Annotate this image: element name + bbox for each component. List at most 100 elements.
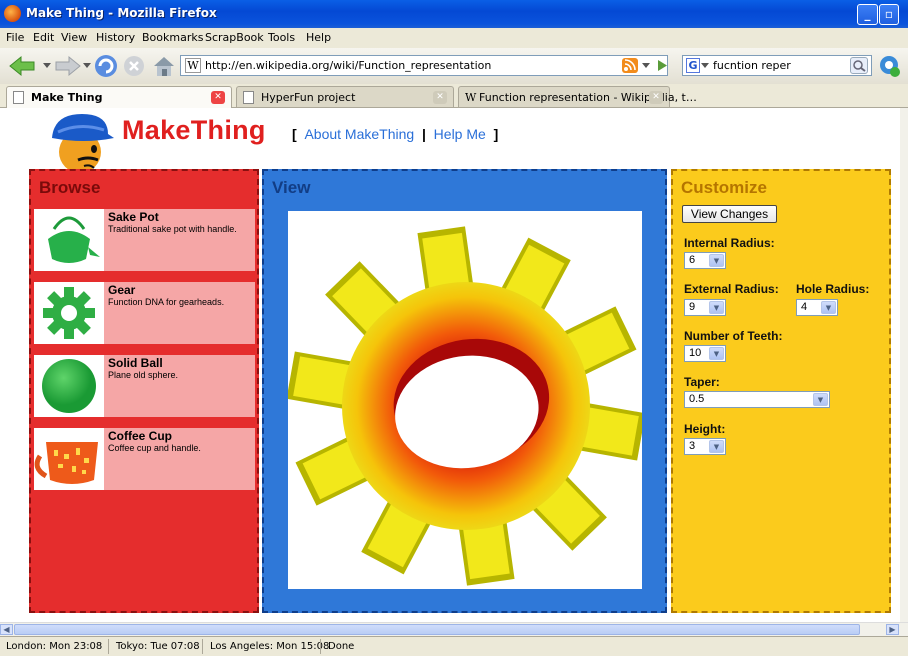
firefox-icon [4,5,21,22]
addon-icon[interactable] [876,53,904,79]
scroll-right-icon[interactable]: ▶ [886,624,899,635]
tab-label: HyperFun project [261,91,356,104]
browse-title: Browse [39,178,101,197]
vertical-scrollbar[interactable] [900,108,908,622]
tokyo-time: Tokyo: Tue 07:08 [116,641,200,652]
chevron-down-icon: ▼ [709,301,724,314]
select-value: 6 [689,254,696,266]
browse-item-sake-pot[interactable]: Sake Pot Traditional sake pot with handl… [34,209,255,271]
scrollbar-thumb[interactable] [14,624,860,635]
chevron-down-icon: ▼ [709,440,724,453]
customize-panel: Customize View Changes Internal Radius: … [671,169,891,613]
tab-function-representation[interactable]: W Function representation - Wikipedia, t… [458,86,697,107]
sake-pot-thumbnail [34,209,104,271]
url-dropdown-icon[interactable] [641,60,651,70]
tab-bar: Make Thing ✕ HyperFun project ✕ W Functi… [0,84,908,108]
london-time: London: Mon 23:08 [6,641,103,652]
link-separator: | [421,126,426,142]
select-value: 9 [689,301,696,313]
gear-render [286,226,646,586]
browse-item-gear[interactable]: Gear Function DNA for gearheads. [34,282,255,344]
menu-tools[interactable]: Tools [268,31,295,44]
item-desc: Plane old sphere. [108,370,179,380]
gear-3d-viewport[interactable] [286,211,646,589]
close-tab-icon[interactable]: ✕ [649,91,663,104]
browse-panel: Browse Sake Pot Traditional sake pot wit… [29,169,259,613]
rss-feed-icon[interactable] [621,57,639,74]
view-changes-button[interactable]: View Changes [682,205,777,223]
url-bar[interactable]: W http://en.wikipedia.org/wiki/Function_… [180,55,668,76]
close-tab-icon[interactable]: ✕ [433,91,447,104]
browse-item-coffee-cup[interactable]: Coffee Cup Coffee cup and handle. [34,428,255,490]
page-icon [243,91,254,104]
close-tab-icon[interactable]: ✕ [211,91,225,104]
taper-select[interactable]: 0.5 ▼ [684,391,830,408]
forward-dropdown-icon[interactable] [82,58,92,72]
height-label: Height: [684,422,726,436]
item-name: Solid Ball [108,356,163,370]
external-radius-select[interactable]: 9 ▼ [684,299,726,316]
menu-history[interactable]: History [96,31,135,44]
chevron-down-icon: ▼ [709,254,724,267]
view-panel: View [262,169,667,613]
menu-edit[interactable]: Edit [33,31,54,44]
go-arrow-icon[interactable] [655,58,669,73]
select-value: 10 [689,347,702,359]
item-desc: Function DNA for gearheads. [108,297,225,307]
menu-bookmarks[interactable]: Bookmarks [142,31,203,44]
chevron-down-icon: ▼ [813,393,828,406]
stop-icon[interactable] [121,53,147,79]
tab-hyperfun[interactable]: HyperFun project ✕ [236,86,454,107]
menu-bar: File Edit View History Bookmarks ScrapBo… [0,28,908,48]
search-input[interactable]: fucntion reper [713,59,791,72]
view-title: View [272,178,311,197]
number-of-teeth-select[interactable]: 10 ▼ [684,345,726,362]
menu-help[interactable]: Help [306,31,331,44]
page-icon [13,91,24,104]
item-name: Gear [108,283,136,297]
help-me-link[interactable]: Help Me [434,126,486,142]
maximize-button[interactable]: ▫ [879,4,899,25]
engine-dropdown-icon[interactable] [701,61,709,69]
internal-radius-select[interactable]: 6 ▼ [684,252,726,269]
reload-icon[interactable] [92,52,120,80]
tab-make-thing[interactable]: Make Thing ✕ [6,86,232,108]
back-dropdown-icon[interactable] [42,58,52,72]
window-title-bar: Make Thing - Mozilla Firefox _ ▫ [0,0,908,28]
makething-mascot-logo [52,114,114,173]
menu-file[interactable]: File [6,31,24,44]
scroll-left-icon[interactable]: ◀ [0,624,13,635]
minimize-button[interactable]: _ [857,4,878,25]
forward-arrow-icon[interactable] [52,54,82,78]
status-separator [108,639,109,654]
status-bar: London: Mon 23:08 Tokyo: Tue 07:08 Los A… [0,636,908,656]
menu-view[interactable]: View [61,31,87,44]
hole-radius-select[interactable]: 4 ▼ [796,299,838,316]
url-text: http://en.wikipedia.org/wiki/Function_re… [205,59,492,72]
about-makething-link[interactable]: About MakeThing [304,126,414,142]
item-desc: Traditional sake pot with handle. [108,224,237,234]
wikipedia-favicon-icon: W [465,91,477,104]
horizontal-scrollbar[interactable]: ◀ ▶ [0,622,908,636]
close-bracket: ] [493,126,499,142]
chevron-down-icon: ▼ [709,347,724,360]
search-bar[interactable]: G fucntion reper [682,55,872,76]
los-angeles-time: Los Angeles: Mon 15:08 [210,641,330,652]
browse-item-solid-ball[interactable]: Solid Ball Plane old sphere. [34,355,255,417]
menu-scrapbook[interactable]: ScrapBook [205,31,264,44]
page-content: MakeThing [ About MakeThing | Help Me ] … [0,108,900,622]
back-arrow-icon[interactable] [8,54,38,78]
search-icon[interactable] [850,57,868,74]
item-name: Coffee Cup [108,429,172,443]
taper-label: Taper: [684,375,720,389]
home-icon[interactable] [151,53,177,79]
height-select[interactable]: 3 ▼ [684,438,726,455]
gear-thumbnail [34,282,104,344]
status-separator [202,639,203,654]
chevron-down-icon: ▼ [821,301,836,314]
top-links: [ About MakeThing | Help Me ] [292,126,498,142]
google-engine-icon[interactable]: G [686,58,700,73]
customize-title: Customize [681,178,767,197]
open-bracket: [ [292,126,297,142]
brand-title: MakeThing [122,115,266,145]
